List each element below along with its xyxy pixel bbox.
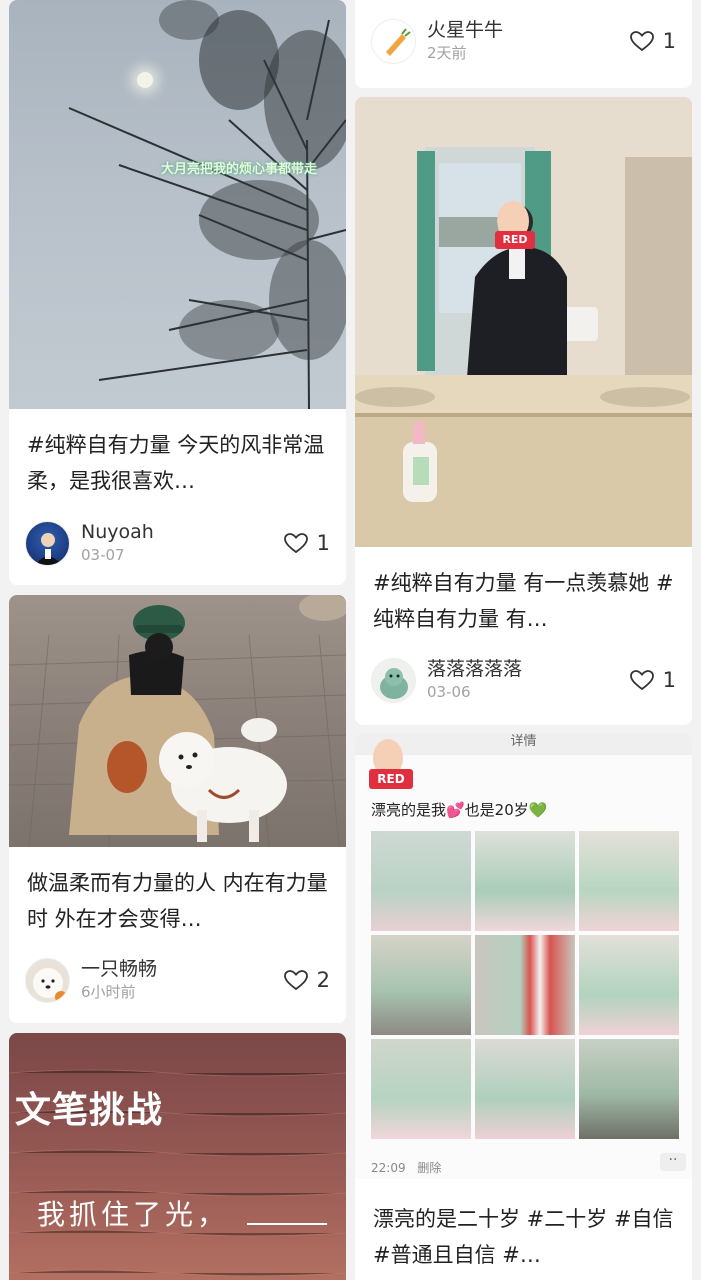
like-count: 2 [316,968,330,992]
note-card[interactable]: 火星牛牛 2天前 1 [355,0,692,88]
grid-photo[interactable] [579,935,679,1035]
grid-photo[interactable] [475,935,575,1035]
like-button[interactable]: 1 [629,668,676,692]
note-title[interactable]: 做温柔而有力量的人 内在有力量时 外在才会变得… [9,847,346,955]
blank-underline [247,1223,327,1225]
like-button[interactable]: 2 [283,968,330,992]
author-name[interactable]: 落落落落落 [427,657,629,681]
like-count: 1 [662,29,676,53]
cover-overlay-text: 大月亮把我的烦心事都带走 [161,162,318,177]
note-meta: Nuyoah 03-07 1 [25,520,330,566]
note-card[interactable]: 详情 RED 漂亮的是我💕也是20岁💚 22:09 删除 ·· 漂亮的是二十岁 … [355,733,692,1280]
post-time: 03-07 [81,546,125,564]
heart-outline-icon [629,670,654,691]
challenge-heading: 文笔挑战 [15,1090,164,1131]
grid-photo[interactable] [371,831,471,931]
avatar[interactable] [25,520,70,566]
note-meta: 火星牛牛 2天前 1 [371,18,676,64]
grid-photo[interactable] [475,831,575,931]
avatar[interactable] [371,657,416,703]
like-button[interactable]: 1 [629,29,676,53]
author-info: 一只畅畅 6小时前 [81,957,283,1003]
like-count: 1 [662,668,676,692]
water-texture [9,1069,346,1277]
note-cover-image[interactable]: 详情 RED 漂亮的是我💕也是20岁💚 22:09 删除 ·· [355,733,692,1179]
note-card[interactable]: 做温柔而有力量的人 内在有力量时 外在才会变得… 一只畅畅 6小时前 2 [9,595,346,1023]
post-time: 2天前 [427,44,467,62]
note-meta: 一只畅畅 6小时前 2 [25,957,330,1003]
note-cover-image[interactable]: 大月亮把我的烦心事都带走 [9,0,346,409]
note-card[interactable]: 文笔挑战 我抓住了光， [9,1033,346,1280]
more-dots-icon: ·· [660,1153,686,1171]
avatar[interactable] [371,18,416,64]
street-scene [9,595,346,847]
note-card[interactable]: RED #纯粹自有力量 有一点羡慕她 #纯粹自有力量 有… 落落落落落 03-0… [355,97,692,725]
author-name[interactable]: 火星牛牛 [427,18,629,42]
grid-photo[interactable] [579,831,679,931]
tree-silhouette [68,0,346,409]
grid-photo[interactable] [371,1039,471,1139]
grid-photo[interactable] [475,1039,575,1139]
note-cover-image[interactable]: 文笔挑战 我抓住了光， [9,1033,346,1280]
author-name[interactable]: 一只畅畅 [81,957,283,981]
heart-outline-icon [283,533,308,554]
red-badge: RED [495,231,535,249]
author-info: 落落落落落 03-06 [427,657,629,703]
note-cover-image[interactable] [9,595,346,847]
author-info: 火星牛牛 2天前 [427,18,629,64]
author-info: Nuyoah 03-07 [81,520,283,566]
challenge-line: 我抓住了光， [37,1198,230,1231]
note-meta: 落落落落落 03-06 1 [371,657,676,703]
like-button[interactable]: 1 [283,531,330,555]
note-title[interactable]: #纯粹自有力量 有一点羡慕她 #纯粹自有力量 有… [355,547,692,655]
post-time: 03-06 [427,683,471,701]
note-card[interactable]: 大月亮把我的烦心事都带走 #纯粹自有力量 今天的风非常温柔，是我很喜欢… Nuy… [9,0,346,585]
red-sticker: RED [487,201,539,253]
grid-photo[interactable] [371,935,471,1035]
screenshot-footer: 22:09 删除 [371,1159,441,1176]
note-cover-image[interactable]: RED [355,97,692,547]
heart-outline-icon [629,31,654,52]
red-badge: RED [369,769,413,789]
author-name[interactable]: Nuyoah [81,520,283,544]
delete-link: 删除 [417,1161,442,1175]
screenshot-time: 22:09 [371,1161,406,1175]
bathroom-scene [355,97,692,547]
grid-photo[interactable] [579,1039,679,1139]
red-sticker: RED [359,739,415,793]
heart-outline-icon [283,970,308,991]
avatar[interactable] [25,957,70,1003]
screenshot-caption: 漂亮的是我💕也是20岁💚 [371,801,548,819]
note-title[interactable]: #纯粹自有力量 今天的风非常温柔，是我很喜欢… [9,409,346,517]
note-title[interactable]: 漂亮的是二十岁 #二十岁 #自信 #普通且自信 #… [355,1179,692,1280]
post-time: 6小时前 [81,983,136,1001]
like-count: 1 [316,531,330,555]
photo-grid [371,831,679,1139]
